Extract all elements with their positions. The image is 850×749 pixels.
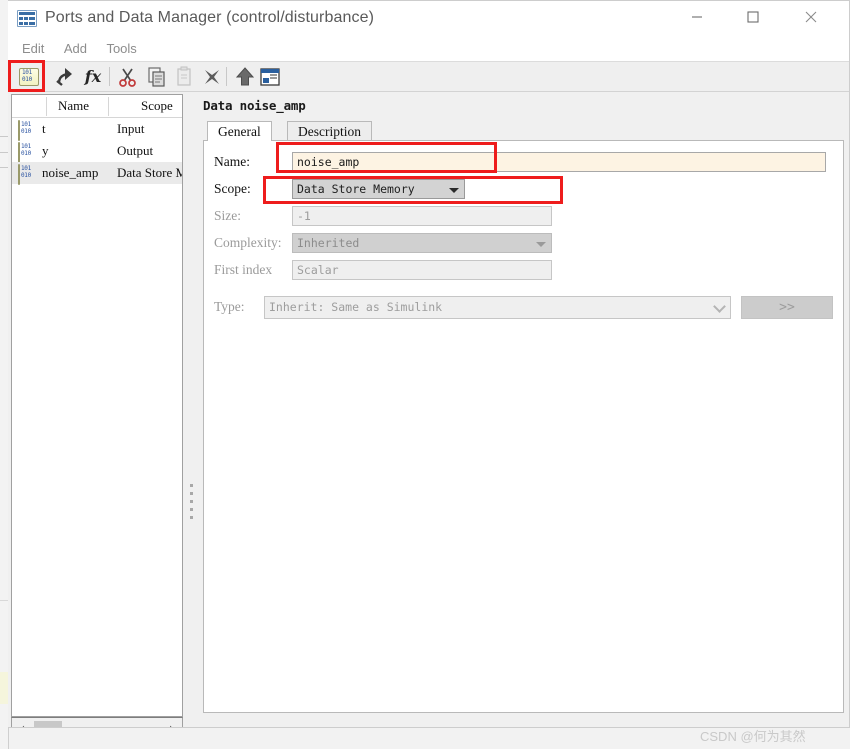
paste-button[interactable] xyxy=(173,65,197,89)
close-button[interactable] xyxy=(788,1,834,33)
minimize-icon xyxy=(692,16,702,18)
type-expand-button[interactable]: >> xyxy=(741,296,833,319)
paste-icon xyxy=(177,66,191,86)
detail-panel: Data noise_amp General Description Name:… xyxy=(199,94,845,727)
minimize-button[interactable] xyxy=(674,1,720,33)
complexity-dropdown[interactable]: Inherited xyxy=(292,233,552,253)
splitter-grip-icon xyxy=(190,484,193,524)
content-area: Name Scope 101010 t Input 101010 y Outpu… xyxy=(8,92,849,727)
list-horizontal-scrollbar[interactable]: ‹ › xyxy=(11,717,183,727)
list-item-y[interactable]: 101010 y Output xyxy=(12,140,182,163)
list-item-scope: Output xyxy=(117,143,154,158)
chevron-down-icon xyxy=(449,188,459,193)
detail-heading: Data noise_amp xyxy=(203,98,306,113)
scope-dropdown-value: Data Store Memory xyxy=(297,182,415,196)
window-title: Ports and Data Manager (control/disturba… xyxy=(45,9,375,26)
list-header: Name Scope xyxy=(12,95,182,118)
scrollbar-thumb[interactable] xyxy=(34,721,62,727)
chevron-down-icon xyxy=(715,302,724,311)
detail-tabs: General Description xyxy=(203,121,845,141)
delete-icon xyxy=(205,70,219,84)
tab-general[interactable]: General xyxy=(207,121,272,141)
menu-item-tools[interactable]: Tools xyxy=(100,39,145,58)
complexity-label: Complexity: xyxy=(214,235,282,250)
add-data-button[interactable]: 101 010 xyxy=(17,65,41,89)
maximize-button[interactable] xyxy=(730,1,776,33)
title-bar: Ports and Data Manager (control/disturba… xyxy=(8,1,849,39)
toolbar-separator-2 xyxy=(226,67,227,86)
type-dropdown-value: Inherit: Same as Simulink xyxy=(269,300,443,314)
general-tab-body: Name: noise_amp Scope: Data Store Memory… xyxy=(203,140,844,713)
watermark: CSDN @何为其然 xyxy=(700,729,806,744)
data-chip-icon: 101010 xyxy=(18,120,31,141)
list-item-scope: Input xyxy=(117,121,145,136)
scope-label: Scope: xyxy=(214,181,251,196)
ports-and-data-manager-window: Ports and Data Manager (control/disturba… xyxy=(8,0,850,728)
menu-item-edit[interactable]: Edit xyxy=(16,39,53,58)
toolbar-separator-1 xyxy=(109,67,110,86)
list-item-t[interactable]: 101010 t Input xyxy=(12,118,182,141)
scroll-right-arrow-icon[interactable]: › xyxy=(164,721,179,727)
add-function-button[interactable]: fx xyxy=(81,65,105,89)
copy-icon xyxy=(148,67,165,87)
add-event-button[interactable] xyxy=(53,65,77,89)
column-header-scope[interactable]: Scope xyxy=(141,98,173,114)
open-model-explorer-button[interactable] xyxy=(258,65,282,89)
cut-icon xyxy=(119,68,136,87)
add-event-icon xyxy=(56,68,72,86)
type-label: Type: xyxy=(214,299,245,314)
data-chip-icon: 101010 xyxy=(18,164,31,185)
delete-button[interactable] xyxy=(200,65,224,89)
size-input[interactable]: -1 xyxy=(292,206,552,226)
add-data-icon: 101 010 xyxy=(19,68,39,86)
move-up-icon xyxy=(235,67,255,86)
data-list-panel: Name Scope 101010 t Input 101010 y Outpu… xyxy=(11,94,183,717)
list-item-name: t xyxy=(42,121,46,136)
type-dropdown[interactable]: Inherit: Same as Simulink xyxy=(264,296,731,319)
close-icon xyxy=(805,11,817,23)
maximize-icon xyxy=(747,11,759,23)
menu-bar: Edit Add Tools xyxy=(8,39,849,61)
panel-splitter[interactable] xyxy=(185,94,199,727)
toolbar: 101 010 fx xyxy=(8,61,849,92)
add-function-icon: fx xyxy=(84,67,102,86)
model-explorer-icon xyxy=(260,68,280,86)
menu-item-add[interactable]: Add xyxy=(58,39,96,58)
ports-data-manager-icon xyxy=(17,10,37,27)
data-chip-icon: 101010 xyxy=(18,142,31,163)
tab-description[interactable]: Description xyxy=(287,121,372,141)
scope-dropdown[interactable]: Data Store Memory xyxy=(292,179,465,199)
name-label: Name: xyxy=(214,154,250,169)
first-index-label: First index xyxy=(214,262,273,277)
list-item-scope: Data Store M xyxy=(117,165,183,180)
column-header-name[interactable]: Name xyxy=(58,98,89,114)
move-up-button[interactable] xyxy=(233,65,257,89)
first-index-input[interactable]: Scalar xyxy=(292,260,552,280)
cut-button[interactable] xyxy=(116,65,140,89)
list-item-name: noise_amp xyxy=(42,165,99,180)
copy-button[interactable] xyxy=(145,65,169,89)
scroll-left-arrow-icon[interactable]: ‹ xyxy=(15,721,30,727)
list-item-noise-amp[interactable]: 101010 noise_amp Data Store M xyxy=(12,162,183,185)
name-input[interactable]: noise_amp xyxy=(292,152,826,172)
complexity-dropdown-value: Inherited xyxy=(297,236,360,250)
size-label: Size: xyxy=(214,208,241,223)
list-item-name: y xyxy=(42,143,49,158)
chevron-down-icon xyxy=(536,242,546,247)
